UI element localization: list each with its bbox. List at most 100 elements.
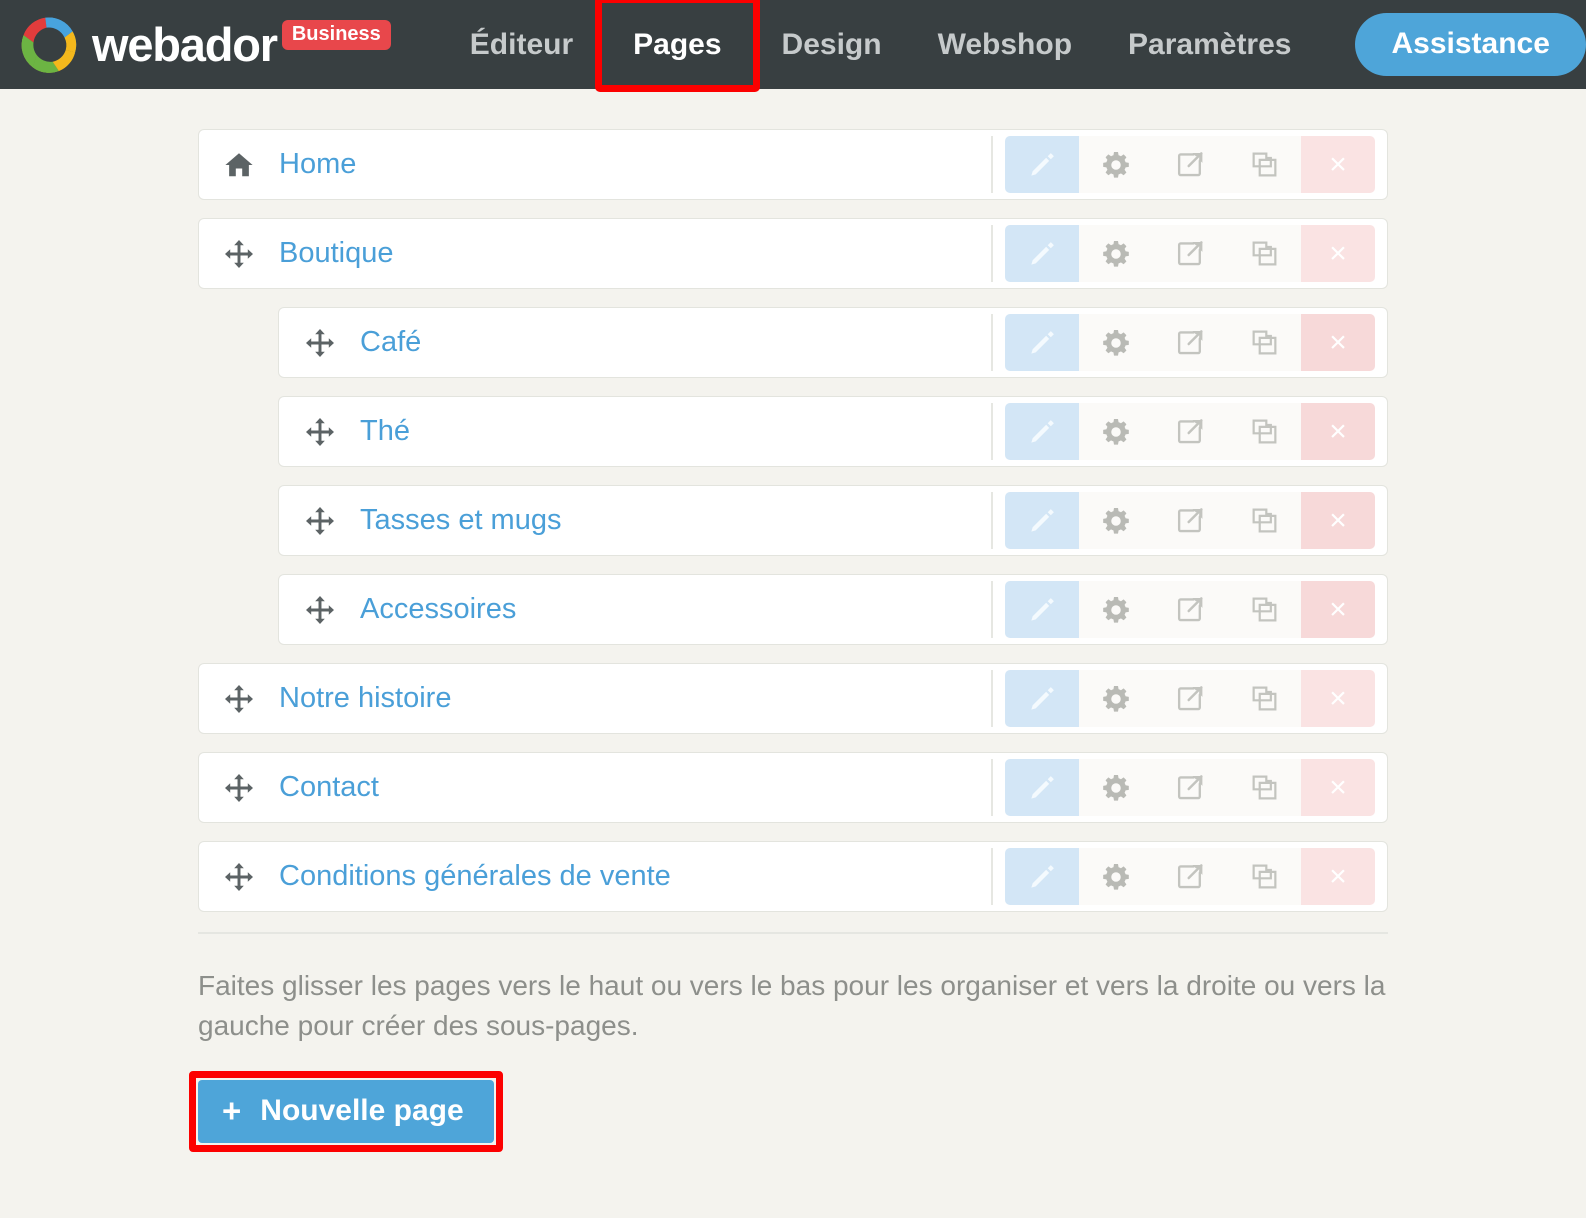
nav-item-pages[interactable]: Pages [605, 18, 749, 71]
brand-logo-group[interactable]: webador Business [18, 14, 391, 76]
duplicate-page-button[interactable] [1227, 759, 1301, 816]
preview-page-button[interactable] [1153, 670, 1227, 727]
delete-page-button[interactable]: × [1301, 759, 1375, 816]
nav-item-parametres[interactable]: Paramètres [1100, 18, 1319, 71]
preview-page-button[interactable] [1153, 225, 1227, 282]
move-arrows-icon[interactable] [279, 416, 360, 448]
edit-page-button[interactable] [1005, 492, 1079, 549]
edit-page-button[interactable] [1005, 759, 1079, 816]
plus-icon: + [222, 1091, 242, 1129]
settings-page-button[interactable] [1079, 492, 1153, 549]
gear-icon [1101, 595, 1131, 625]
duplicate-page-button[interactable] [1227, 848, 1301, 905]
settings-page-button[interactable] [1079, 314, 1153, 371]
duplicate-page-button[interactable] [1227, 314, 1301, 371]
delete-page-button[interactable]: × [1301, 581, 1375, 638]
delete-page-button[interactable]: × [1301, 403, 1375, 460]
external-link-icon [1175, 505, 1206, 536]
page-row: Accessoires × [278, 574, 1388, 645]
external-link-icon [1175, 594, 1206, 625]
page-title-link[interactable]: Notre histoire [279, 682, 451, 715]
edit-page-button[interactable] [1005, 581, 1079, 638]
delete-page-button[interactable]: × [1301, 848, 1375, 905]
close-x-icon: × [1329, 503, 1347, 537]
move-arrows-icon[interactable] [279, 505, 360, 537]
page-title-link[interactable]: Accessoires [360, 593, 516, 626]
page-title-link[interactable]: Conditions générales de vente [279, 860, 671, 893]
page-row: Notre histoire × [198, 663, 1388, 734]
delete-page-button[interactable]: × [1301, 670, 1375, 727]
preview-page-button[interactable] [1153, 759, 1227, 816]
pencil-icon [1026, 416, 1058, 448]
close-x-icon: × [1329, 147, 1347, 181]
duplicate-page-button[interactable] [1227, 403, 1301, 460]
page-title-link[interactable]: Tasses et mugs [360, 504, 561, 537]
edit-page-button[interactable] [1005, 848, 1079, 905]
gear-icon [1101, 150, 1131, 180]
move-arrows-icon[interactable] [199, 861, 279, 893]
duplicate-page-button[interactable] [1227, 136, 1301, 193]
move-arrows-icon[interactable] [199, 772, 279, 804]
copy-icon [1249, 149, 1280, 180]
pencil-icon [1026, 149, 1058, 181]
row-action-group: × [991, 581, 1375, 638]
preview-page-button[interactable] [1153, 581, 1227, 638]
settings-page-button[interactable] [1079, 225, 1153, 282]
settings-page-button[interactable] [1079, 848, 1153, 905]
page-title-link[interactable]: Boutique [279, 237, 394, 270]
page-row: Thé × [278, 396, 1388, 467]
external-link-icon [1175, 149, 1206, 180]
preview-page-button[interactable] [1153, 314, 1227, 371]
page-title-link[interactable]: Thé [360, 415, 410, 448]
row-action-group: × [991, 492, 1375, 549]
move-arrows-icon[interactable] [199, 238, 279, 270]
home-icon [199, 149, 279, 181]
duplicate-page-button[interactable] [1227, 225, 1301, 282]
page-list: Home × Boutique × Café × Thé × Tasses et mugs × Ac… [198, 129, 1388, 912]
delete-page-button[interactable]: × [1301, 314, 1375, 371]
page-title-link[interactable]: Home [279, 148, 356, 181]
delete-page-button[interactable]: × [1301, 492, 1375, 549]
preview-page-button[interactable] [1153, 136, 1227, 193]
move-arrows-icon[interactable] [279, 327, 360, 359]
copy-icon [1249, 594, 1280, 625]
pencil-icon [1026, 594, 1058, 626]
assistance-button[interactable]: Assistance [1355, 13, 1586, 76]
duplicate-page-button[interactable] [1227, 581, 1301, 638]
row-action-group: × [991, 403, 1375, 460]
edit-page-button[interactable] [1005, 403, 1079, 460]
delete-page-button[interactable]: × [1301, 136, 1375, 193]
copy-icon [1249, 416, 1280, 447]
close-x-icon: × [1329, 414, 1347, 448]
settings-page-button[interactable] [1079, 136, 1153, 193]
pencil-icon [1026, 861, 1058, 893]
webador-aperture-logo-icon [18, 14, 80, 76]
page-title-link[interactable]: Café [360, 326, 421, 359]
nav-item-design[interactable]: Design [754, 18, 910, 71]
duplicate-page-button[interactable] [1227, 670, 1301, 727]
settings-page-button[interactable] [1079, 581, 1153, 638]
settings-page-button[interactable] [1079, 403, 1153, 460]
nav-item-webshop[interactable]: Webshop [910, 18, 1100, 71]
edit-page-button[interactable] [1005, 136, 1079, 193]
drag-hint-text: Faites glisser les pages vers le haut ou… [198, 970, 1386, 1041]
pages-tab-highlight-annotation: Pages [595, 0, 760, 92]
nav-item-editeur[interactable]: Éditeur [442, 18, 601, 71]
row-action-group: × [991, 314, 1375, 371]
new-page-button[interactable]: + Nouvelle page [198, 1079, 494, 1143]
settings-page-button[interactable] [1079, 759, 1153, 816]
main-nav: Éditeur Pages Design Webshop Paramètres … [442, 0, 1586, 92]
move-arrows-icon[interactable] [199, 683, 279, 715]
move-arrows-icon[interactable] [279, 594, 360, 626]
preview-page-button[interactable] [1153, 492, 1227, 549]
settings-page-button[interactable] [1079, 670, 1153, 727]
duplicate-page-button[interactable] [1227, 492, 1301, 549]
edit-page-button[interactable] [1005, 225, 1079, 282]
delete-page-button[interactable]: × [1301, 225, 1375, 282]
page-title-link[interactable]: Contact [279, 771, 379, 804]
edit-page-button[interactable] [1005, 670, 1079, 727]
preview-page-button[interactable] [1153, 848, 1227, 905]
external-link-icon [1175, 861, 1206, 892]
preview-page-button[interactable] [1153, 403, 1227, 460]
edit-page-button[interactable] [1005, 314, 1079, 371]
